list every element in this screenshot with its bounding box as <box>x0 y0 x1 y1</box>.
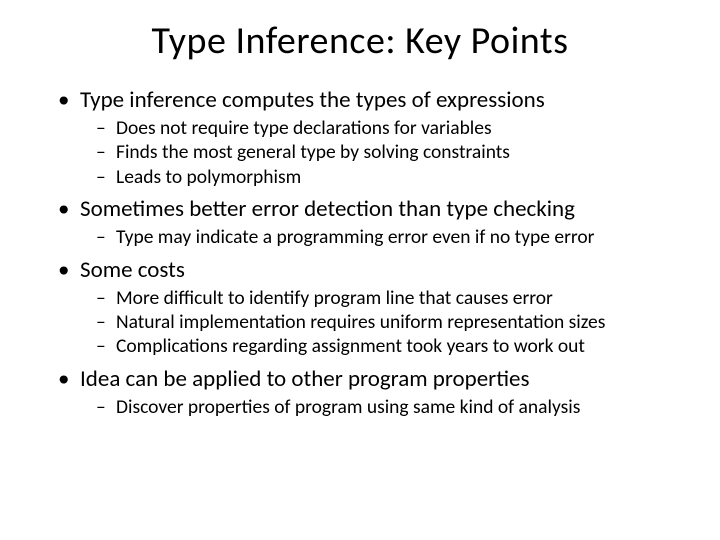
dash-marker: – <box>96 140 116 164</box>
list-item: – More difficult to identify program lin… <box>96 286 680 310</box>
dash-marker: – <box>96 286 116 310</box>
sub-bullet-text: Natural implementation requires uniform … <box>116 310 680 334</box>
sub-bullet-text: Type may indicate a programming error ev… <box>116 225 680 249</box>
bullet-text: Sometimes better error detection than ty… <box>80 195 680 223</box>
bullet-marker: • <box>58 86 80 114</box>
sub-bullet-text: Leads to polymorphism <box>116 165 680 189</box>
content-area: • Type inference computes the types of e… <box>40 86 680 419</box>
dash-marker: – <box>96 165 116 189</box>
list-item: – Natural implementation requires unifor… <box>96 310 680 334</box>
list-item: • Sometimes better error detection than … <box>58 195 680 223</box>
bullet-text: Type inference computes the types of exp… <box>80 86 680 114</box>
sub-bullet-text: Finds the most general type by solving c… <box>116 140 680 164</box>
dash-marker: – <box>96 395 116 419</box>
bullet-marker: • <box>58 195 80 223</box>
list-item: – Leads to polymorphism <box>96 165 680 189</box>
list-item: – Does not require type declarations for… <box>96 116 680 140</box>
sub-bullet-text: Discover properties of program using sam… <box>116 395 680 419</box>
list-item: • Some costs <box>58 256 680 284</box>
dash-marker: – <box>96 310 116 334</box>
sub-list: – More difficult to identify program lin… <box>58 286 680 359</box>
slide: Type Inference: Key Points • Type infere… <box>0 0 720 540</box>
dash-marker: – <box>96 225 116 249</box>
dash-marker: – <box>96 334 116 358</box>
list-item: – Type may indicate a programming error … <box>96 225 680 249</box>
list-item: • Idea can be applied to other program p… <box>58 365 680 393</box>
list-item: • Type inference computes the types of e… <box>58 86 680 114</box>
sub-list: – Does not require type declarations for… <box>58 116 680 189</box>
bullet-marker: • <box>58 365 80 393</box>
sub-list: – Type may indicate a programming error … <box>58 225 680 249</box>
dash-marker: – <box>96 116 116 140</box>
slide-title: Type Inference: Key Points <box>40 18 680 64</box>
list-item: – Finds the most general type by solving… <box>96 140 680 164</box>
sub-bullet-text: Does not require type declarations for v… <box>116 116 680 140</box>
bullet-text: Some costs <box>80 256 680 284</box>
sub-bullet-text: More difficult to identify program line … <box>116 286 680 310</box>
bullet-text: Idea can be applied to other program pro… <box>80 365 680 393</box>
list-item: – Complications regarding assignment too… <box>96 334 680 358</box>
bullet-marker: • <box>58 256 80 284</box>
sub-list: – Discover properties of program using s… <box>58 395 680 419</box>
list-item: – Discover properties of program using s… <box>96 395 680 419</box>
sub-bullet-text: Complications regarding assignment took … <box>116 334 680 358</box>
